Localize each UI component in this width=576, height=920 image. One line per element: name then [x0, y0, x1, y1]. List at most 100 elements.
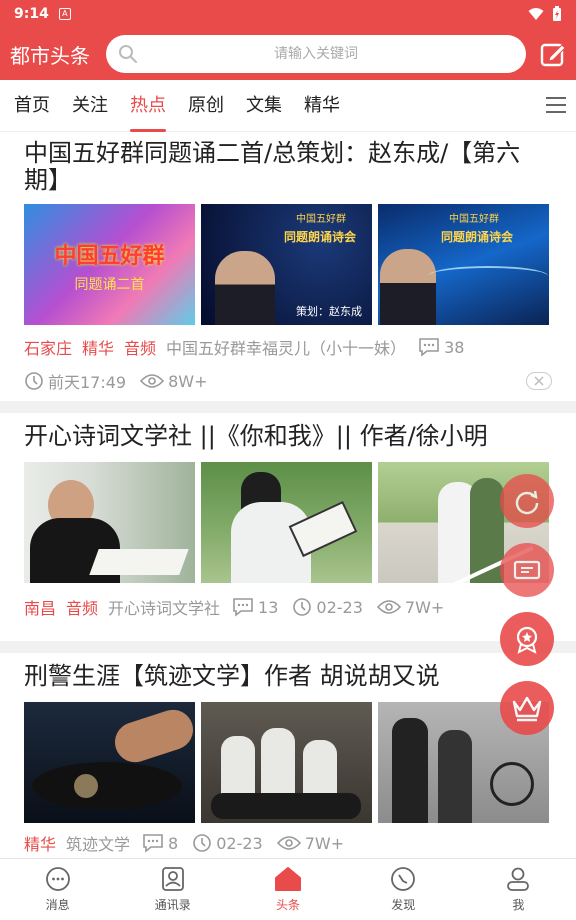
- featured-tag[interactable]: 精华: [24, 831, 56, 855]
- article-image[interactable]: [201, 702, 372, 823]
- article-image[interactable]: [201, 462, 372, 583]
- comment-icon: [233, 598, 253, 617]
- clock-icon: [293, 598, 312, 616]
- eye-icon: [140, 374, 165, 388]
- bottom-nav: 消息 通讯录 头条 发现 我: [0, 858, 576, 920]
- ticket-fab[interactable]: [500, 543, 554, 597]
- battery-icon: [553, 6, 561, 21]
- close-icon: [534, 376, 544, 386]
- police-cap: [32, 762, 182, 810]
- officer: [261, 728, 295, 798]
- comment-icon: [143, 834, 163, 853]
- clock-icon: [25, 372, 43, 390]
- nav-discover[interactable]: 发现: [346, 859, 461, 920]
- status-icons: [528, 6, 562, 22]
- image-caption: 同题诵二首: [74, 277, 145, 293]
- image-caption: 同题朗诵诗会: [440, 230, 513, 244]
- nav-label: 消息: [45, 898, 70, 912]
- view-count: 8W+: [140, 371, 208, 391]
- article-meta: 精华 筑迹文学 8 02-23 7W+: [24, 827, 552, 859]
- article-images: [24, 702, 552, 823]
- article-images: [24, 462, 552, 583]
- article-meta: 前天17:49 8W+: [24, 365, 552, 397]
- image-caption: 中国五好群: [54, 243, 165, 269]
- article-image[interactable]: [24, 462, 195, 583]
- article-source[interactable]: 筑迹文学: [66, 831, 130, 855]
- tab-collection[interactable]: 文集: [246, 80, 282, 132]
- article-image[interactable]: [24, 702, 195, 823]
- status-time: 9:14: [14, 6, 49, 22]
- app-notification-icon: A: [58, 8, 71, 20]
- portrait: [215, 251, 275, 325]
- nav-headlines[interactable]: 头条: [230, 859, 345, 920]
- edit-icon[interactable]: [540, 41, 566, 67]
- dismiss-button[interactable]: [526, 372, 552, 390]
- publish-date-value: 02-23: [216, 833, 263, 853]
- officer: [392, 718, 428, 823]
- eye-icon: [276, 836, 301, 850]
- location-tag[interactable]: 石家庄: [24, 335, 72, 359]
- article-title[interactable]: 中国五好群同题诵二首/总策划：赵东成/【第六期】: [24, 140, 552, 194]
- search-input[interactable]: [106, 46, 526, 62]
- message-icon: [45, 867, 70, 891]
- view-count-value: 8W+: [168, 371, 208, 391]
- audio-tag[interactable]: 音频: [124, 335, 156, 359]
- wifi-icon: [528, 8, 544, 20]
- publish-time-value: 前天17:49: [48, 373, 127, 392]
- tab-home[interactable]: 首页: [14, 80, 50, 132]
- publish-date-value: 02-23: [316, 597, 363, 617]
- article-card[interactable]: 开心诗词文学社 ||《你和我》|| 作者/徐小明 南昌 音频 开心诗词文学社 1…: [0, 413, 576, 623]
- article-card[interactable]: 刑警生涯【筑迹文学】作者 胡说胡又说 精华 筑迹文学 8 02-23 7W+: [0, 653, 576, 859]
- comment-count-value: 8: [168, 833, 179, 853]
- image-caption: 中国五好群: [449, 214, 499, 225]
- view-count: 7W+: [276, 833, 345, 853]
- crown-icon: [512, 696, 542, 722]
- nav-label: 头条: [276, 898, 301, 912]
- medal-icon: [516, 626, 538, 654]
- image-caption: 策划：赵东成: [296, 305, 362, 318]
- article-image[interactable]: 中国五好群 同题朗诵诗会 策划：赵东成: [201, 204, 372, 325]
- compass-icon: [391, 867, 416, 891]
- divider: [0, 401, 576, 413]
- nav-messages[interactable]: 消息: [0, 859, 115, 920]
- publish-date: 02-23: [292, 597, 363, 617]
- eye-icon: [376, 600, 401, 614]
- article-images: 中国五好群 同题诵二首 中国五好群 同题朗诵诗会 策划：赵东成 中国五好群 同题…: [24, 204, 552, 325]
- refresh-fab[interactable]: [500, 474, 554, 528]
- tab-featured[interactable]: 精华: [304, 80, 340, 132]
- article-source[interactable]: 中国五好群幸福灵儿（小十一妹）: [166, 335, 406, 359]
- featured-tag[interactable]: 精华: [82, 335, 114, 359]
- article-title[interactable]: 刑警生涯【筑迹文学】作者 胡说胡又说: [24, 663, 552, 690]
- article-source[interactable]: 开心诗词文学社: [108, 595, 220, 619]
- article-card[interactable]: 中国五好群同题诵二首/总策划：赵东成/【第六期】 中国五好群 同题诵二首 中国五…: [0, 132, 576, 397]
- news-feed[interactable]: 中国五好群同题诵二首/总策划：赵东成/【第六期】 中国五好群 同题诵二首 中国五…: [0, 132, 576, 860]
- comment-count: 13: [232, 597, 278, 617]
- tab-follow[interactable]: 关注: [72, 80, 108, 132]
- view-count: 7W+: [376, 598, 444, 617]
- search-bar[interactable]: [106, 35, 526, 73]
- comment-count-value: 38: [444, 337, 465, 357]
- medal-fab[interactable]: [500, 612, 554, 666]
- badge: [74, 774, 98, 798]
- nav-me[interactable]: 我: [461, 859, 576, 920]
- officer: [438, 730, 472, 823]
- nav-contacts[interactable]: 通讯录: [115, 859, 230, 920]
- audio-tag[interactable]: 音频: [66, 595, 98, 619]
- comment-icon: [419, 338, 439, 357]
- comment-count: 8: [142, 833, 178, 853]
- article-meta: 石家庄 精华 音频 中国五好群幸福灵儿（小十一妹） 38: [24, 331, 552, 363]
- bicycle: [490, 762, 534, 806]
- tab-hot[interactable]: 热点: [130, 80, 166, 132]
- app-header: 都市头条: [0, 28, 576, 80]
- comment-count-value: 13: [258, 597, 279, 617]
- menu-icon[interactable]: [546, 96, 566, 114]
- contacts-icon: [161, 867, 184, 891]
- tab-original[interactable]: 原创: [188, 80, 224, 132]
- crown-fab[interactable]: [500, 681, 554, 735]
- article-title[interactable]: 开心诗词文学社 ||《你和我》|| 作者/徐小明: [24, 423, 552, 450]
- location-tag[interactable]: 南昌: [24, 595, 56, 619]
- article-image[interactable]: 中国五好群 同题朗诵诗会: [378, 204, 549, 325]
- article-image[interactable]: 中国五好群 同题诵二首: [24, 204, 195, 325]
- view-count-value: 7W+: [304, 833, 345, 853]
- search-icon: [119, 45, 137, 63]
